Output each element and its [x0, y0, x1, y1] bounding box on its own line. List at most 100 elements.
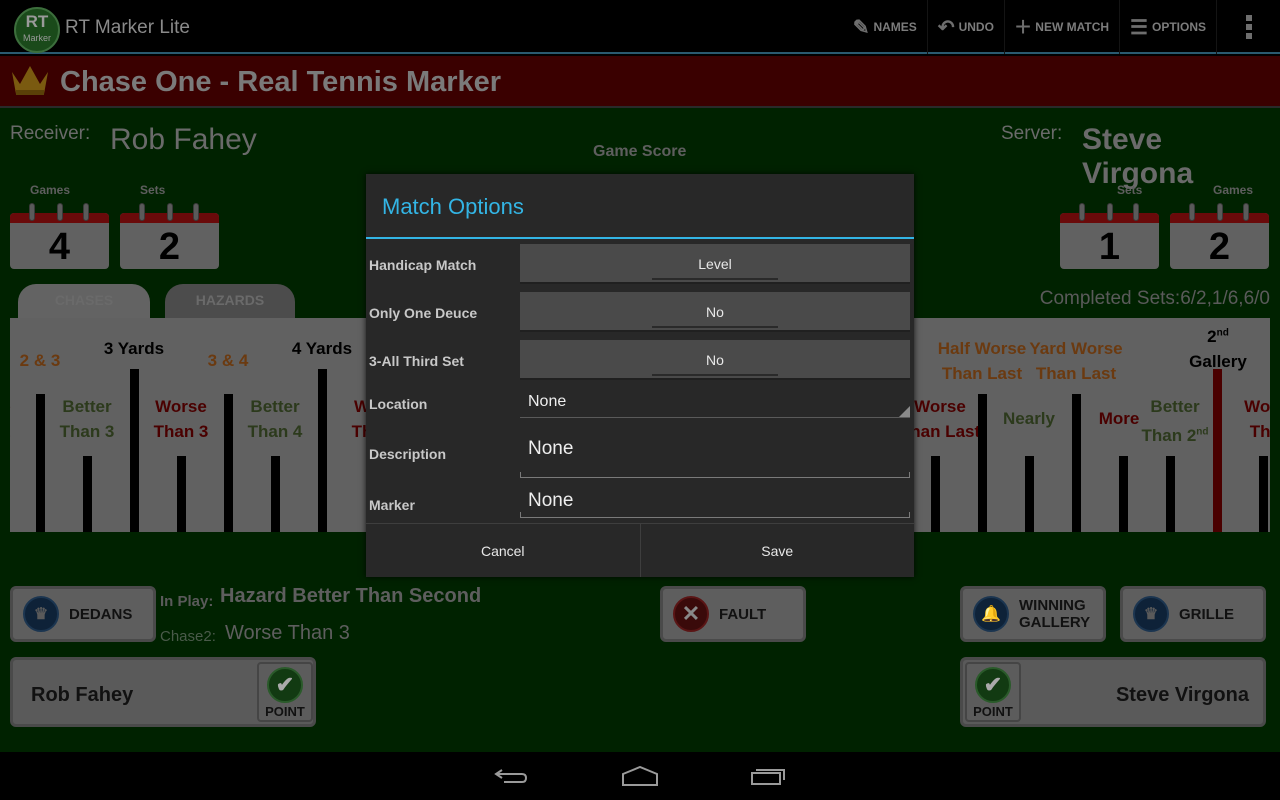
system-nav-bar: [0, 752, 1280, 800]
completed-sets: Completed Sets:6/2,1/6,6/0: [1039, 288, 1270, 309]
in-play-value: Hazard Better Than Second: [220, 585, 482, 607]
court-line: [978, 394, 987, 532]
location-value: None: [528, 393, 567, 410]
court-label[interactable]: 2nd Gallery: [1189, 320, 1247, 374]
description-label: Description: [369, 446, 447, 462]
crown-icon: [12, 66, 48, 95]
court-label[interactable]: 3 Yards: [104, 336, 164, 361]
recents-button[interactable]: [746, 762, 790, 790]
check-icon: ✔: [267, 667, 303, 703]
court-label[interactable]: More: [1099, 406, 1140, 431]
court-line: [177, 456, 186, 532]
new-match-label: NEW MATCH: [1035, 20, 1110, 34]
court-label[interactable]: 2 & 3: [20, 348, 61, 373]
tab-hazards[interactable]: HAZARDS: [165, 284, 295, 318]
chase2-label: Chase2:: [160, 628, 216, 645]
overflow-menu-button[interactable]: [1216, 0, 1280, 54]
court-line: [130, 369, 139, 532]
receiver-games-label: Games: [30, 183, 71, 197]
undo-label: UNDO: [958, 20, 994, 34]
app-title: RT Marker Lite: [65, 17, 190, 38]
server-sets-counter[interactable]: 1: [1060, 203, 1159, 269]
court-label[interactable]: Half Worse Than Last: [938, 336, 1027, 386]
fault-label: FAULT: [719, 605, 767, 623]
close-icon: ✕: [673, 596, 709, 632]
server-point-button[interactable]: ✔ POINT Steve Virgona: [960, 657, 1266, 727]
court-label[interactable]: 4 Yards: [292, 336, 352, 361]
court-line: [318, 369, 327, 532]
grille-label: GRILLE: [1179, 605, 1234, 623]
server-sets-value: 1: [1098, 226, 1121, 268]
game-score-label: Game Score: [593, 143, 687, 160]
receiver-games-value: 4: [48, 226, 71, 268]
match-options-dialog: Match Options Handicap Match Level Only …: [366, 174, 914, 577]
court-line: [1072, 394, 1081, 532]
server-games-label: Games: [1213, 183, 1254, 197]
handicap-match-select[interactable]: Level: [520, 244, 910, 284]
grille-button[interactable]: ♛ GRILLE: [1120, 586, 1266, 642]
fault-button[interactable]: ✕ FAULT: [660, 586, 806, 642]
names-button[interactable]: ✎ NAMES: [843, 0, 927, 54]
server-games-counter[interactable]: 2: [1170, 203, 1269, 269]
handicap-match-value: Level: [698, 256, 732, 272]
description-input[interactable]: None: [520, 438, 910, 478]
court-line: [1119, 456, 1128, 532]
app-logo-icon[interactable]: RT Marker: [14, 7, 60, 53]
court-label[interactable]: WorseThan: [1244, 394, 1270, 444]
server-point-name: Steve Virgona: [1115, 684, 1249, 706]
tab-chases[interactable]: CHASES: [18, 284, 150, 318]
server-label: Server:: [1001, 123, 1063, 144]
court-line-gallery: [1213, 369, 1222, 532]
undo-button[interactable]: ↶ UNDO: [926, 0, 1004, 54]
server-games-value: 2: [1208, 226, 1231, 268]
marker-input[interactable]: None: [520, 490, 910, 518]
server-name: Steve Virgona: [1082, 123, 1194, 190]
receiver-sets-label: Sets: [140, 183, 166, 197]
options-button[interactable]: ☰ OPTIONS: [1119, 0, 1216, 54]
receiver-sets-counter[interactable]: 2: [120, 203, 219, 269]
dedans-button[interactable]: ♛ DEDANS: [10, 586, 156, 642]
court-line: [83, 456, 92, 532]
only-one-deuce-label: Only One Deuce: [369, 305, 478, 321]
only-one-deuce-select[interactable]: No: [520, 292, 910, 332]
court-label[interactable]: Better Than 4: [248, 394, 303, 444]
location-spinner[interactable]: None: [520, 388, 910, 418]
recents-icon: [751, 769, 785, 785]
receiver-sets-value: 2: [158, 226, 181, 268]
banner-title: Chase One - Real Tennis Marker: [60, 66, 502, 98]
receiver-point-button[interactable]: Rob Fahey ✔ POINT: [10, 657, 316, 727]
court-label[interactable]: Better Than 2nd: [1141, 394, 1208, 448]
three-all-third-set-select[interactable]: No: [520, 340, 910, 380]
point-label: POINT: [265, 704, 305, 719]
chase2-value: Worse Than 3: [225, 622, 350, 644]
receiver-name: Rob Fahey: [110, 123, 257, 156]
dropdown-triangle-icon: [899, 406, 910, 417]
dialog-footer: Cancel Save: [366, 523, 914, 577]
receiver-point-name: Rob Fahey: [31, 684, 134, 706]
home-button[interactable]: [618, 762, 662, 790]
court-label[interactable]: 3 & 4: [208, 348, 249, 373]
winning-gallery-button[interactable]: 🔔 WINNING GALLERY: [960, 586, 1106, 642]
court-line: [1025, 456, 1034, 532]
sliders-icon: ☰: [1130, 16, 1148, 39]
court-label[interactable]: Yard Worse Than Last: [1029, 336, 1122, 386]
home-icon: [622, 766, 658, 786]
crown-icon: ♛: [1133, 596, 1169, 632]
receiver-point-box[interactable]: ✔ POINT: [257, 662, 313, 722]
point-label: POINT: [973, 704, 1013, 719]
back-button[interactable]: [490, 762, 534, 790]
save-button[interactable]: Save: [639, 524, 915, 577]
receiver-games-counter[interactable]: 4: [10, 203, 109, 269]
court-line: [224, 394, 233, 532]
server-point-box[interactable]: ✔ POINT: [965, 662, 1021, 722]
court-line: [36, 394, 45, 532]
three-all-third-set-value: No: [706, 352, 724, 368]
court-label[interactable]: Nearly: [1003, 406, 1055, 431]
logo-subtext: Marker: [22, 33, 51, 43]
court-label[interactable]: Worse Than 3: [154, 394, 209, 444]
cancel-button[interactable]: Cancel: [366, 524, 640, 577]
new-match-button[interactable]: + NEW MATCH: [1003, 0, 1119, 54]
title-banner: Chase One - Real Tennis Marker: [0, 56, 1280, 108]
undo-icon: ↶: [937, 16, 955, 39]
court-label[interactable]: Better Than 3: [60, 394, 115, 444]
